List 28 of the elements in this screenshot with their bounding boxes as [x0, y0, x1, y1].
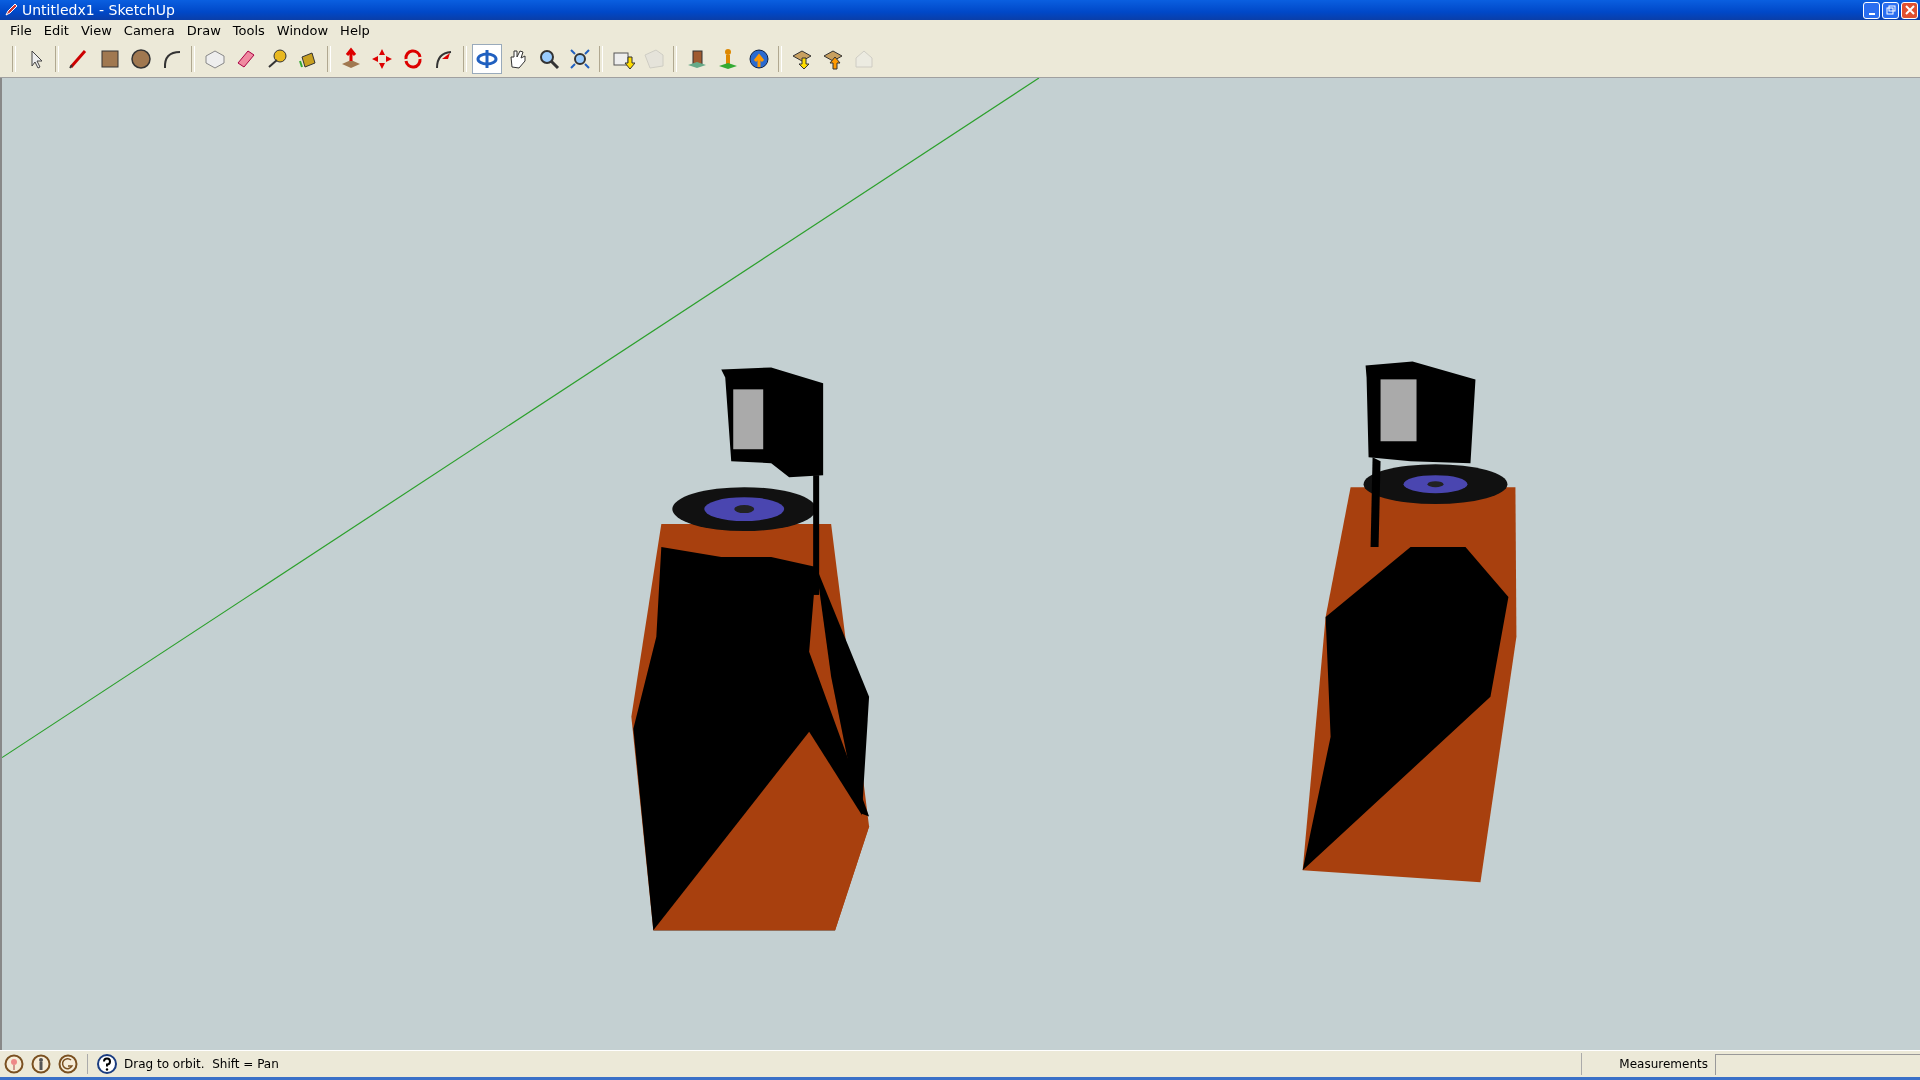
minimize-button[interactable] — [1863, 1, 1880, 19]
close-button[interactable] — [1901, 1, 1918, 19]
restore-icon — [1885, 5, 1896, 15]
orbit-tool-button[interactable] — [471, 43, 502, 74]
person-status-icon[interactable] — [31, 1054, 51, 1074]
menu-item[interactable]: Help — [334, 22, 376, 38]
restore-button[interactable] — [1882, 1, 1899, 19]
menu-item[interactable]: File — [4, 22, 38, 38]
minimize-icon — [1868, 12, 1875, 15]
globe-icon — [746, 46, 771, 71]
menu-item[interactable]: View — [74, 22, 118, 38]
status-hint: Drag to orbit. Shift = Pan — [124, 1057, 279, 1071]
pencil-icon — [4, 3, 18, 17]
circle-icon — [128, 46, 153, 71]
close-icon — [1904, 5, 1915, 15]
measurements-field[interactable] — [1715, 1053, 1920, 1075]
menu-item[interactable]: Edit — [37, 22, 75, 38]
menu-item[interactable]: Tools — [226, 22, 271, 38]
credit-status-icon[interactable] — [58, 1054, 78, 1074]
menu-item[interactable]: Draw — [180, 22, 227, 38]
geo-status-icon[interactable] — [4, 1054, 24, 1074]
measurements-label: Measurements — [1619, 1057, 1708, 1071]
menu-item[interactable]: Camera — [117, 22, 181, 38]
model-viewport[interactable] — [0, 78, 1920, 1050]
menu-item[interactable]: Window — [270, 22, 335, 38]
zoom-extents-icon — [567, 46, 592, 71]
help-icon[interactable] — [97, 1054, 117, 1074]
window-title: Untitledx1 - SketchUp — [22, 2, 175, 18]
